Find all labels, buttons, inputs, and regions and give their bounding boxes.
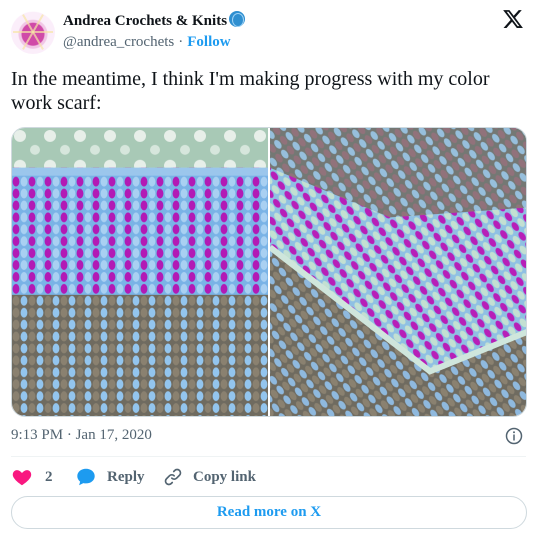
link-icon [164, 468, 182, 486]
read-more-button[interactable]: Read more on X [11, 496, 527, 529]
separator-dot: · [178, 34, 184, 50]
avatar[interactable] [11, 10, 55, 54]
follow-button[interactable]: Follow [187, 34, 230, 50]
author-name[interactable]: Andrea Crochets & Knits [63, 13, 227, 29]
x-logo-icon[interactable] [502, 8, 524, 30]
yarn-ball-icon [229, 11, 246, 27]
divider [11, 456, 526, 457]
speech-bubble-icon [77, 468, 95, 486]
author-handle-row: @andrea_crochets · Follow [63, 34, 231, 51]
reply-label: Reply [107, 468, 145, 485]
like-button[interactable]: 2 [11, 466, 53, 488]
author-handle[interactable]: @andrea_crochets [63, 34, 174, 50]
copy-link-label: Copy link [193, 468, 256, 485]
like-count: 2 [45, 468, 53, 485]
tweet-header: Andrea Crochets & Knits @andrea_crochets… [11, 8, 526, 54]
tweet-actions: 2 Reply Copy link [11, 466, 526, 488]
heart-icon [12, 470, 32, 486]
author-name-line[interactable]: Andrea Crochets & Knits [63, 11, 246, 30]
reply-button[interactable]: Reply [75, 466, 145, 488]
info-icon[interactable] [505, 427, 523, 445]
scarf-photo-right[interactable] [270, 128, 527, 416]
tweet-text: In the meantime, I think I'm making prog… [11, 68, 490, 114]
copy-link-button[interactable]: Copy link [163, 466, 256, 488]
tweet-media[interactable] [11, 127, 527, 417]
scarf-photo-left[interactable] [12, 128, 268, 416]
tweet-timestamp[interactable]: 9:13 PM · Jan 17, 2020 [11, 427, 152, 444]
